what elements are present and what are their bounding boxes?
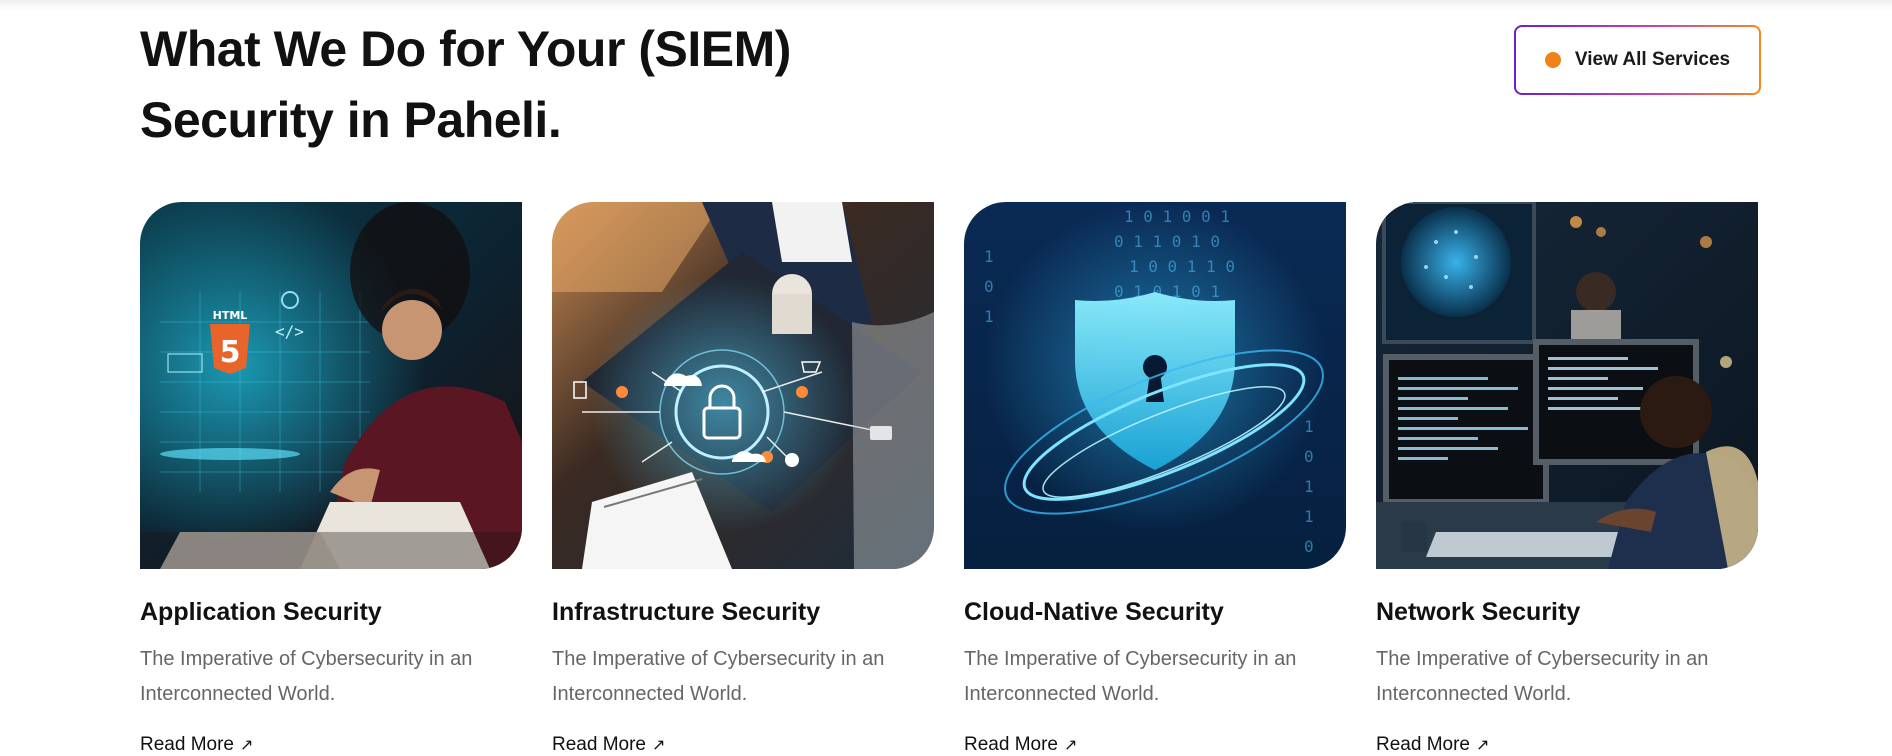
orange-dot-icon <box>1544 52 1561 68</box>
arrow-up-right-icon: ↗ <box>240 737 254 754</box>
view-all-services-label: View All Services <box>1574 49 1731 70</box>
service-card-title: Network Security <box>1376 598 1581 626</box>
svg-text:0: 0 <box>1304 537 1314 556</box>
network-security-illustration <box>1376 202 1758 569</box>
service-card-description: The Imperative of Cybersecurity in an In… <box>552 648 885 705</box>
svg-text:1: 1 <box>1304 507 1314 526</box>
service-card-title: Cloud-Native Security <box>964 598 1224 626</box>
service-card-infrastructure-security: Infrastructure Security The Imperative o… <box>552 202 934 755</box>
svg-text:1: 1 <box>984 247 994 266</box>
section-title-line-1: What We Do for Your (SIEM) <box>140 21 791 77</box>
svg-text:1: 1 <box>1304 417 1314 436</box>
section-title: What We Do for Your (SIEM) Security in P… <box>140 14 900 156</box>
cloud-native-security-image[interactable]: 1 0 1 0 0 1 0 1 1 0 1 0 1 0 0 1 1 0 0 1 … <box>964 202 1346 569</box>
svg-text:0: 0 <box>1304 447 1314 466</box>
service-card-network-security: Network Security The Imperative of Cyber… <box>1376 202 1758 755</box>
arrow-up-right-icon: ↗ <box>1064 737 1078 754</box>
view-all-services-button[interactable]: View All Services <box>1514 25 1761 95</box>
service-card-description: The Imperative of Cybersecurity in an In… <box>1376 648 1709 705</box>
arrow-up-right-icon: ↗ <box>1476 737 1490 754</box>
svg-text:1: 1 <box>984 307 994 326</box>
service-card-cloud-native-security: 1 0 1 0 0 1 0 1 1 0 1 0 1 0 0 1 1 0 0 1 … <box>964 202 1346 755</box>
svg-text:</>: </> <box>275 322 304 341</box>
svg-text:5: 5 <box>220 335 241 370</box>
header-shadow <box>0 0 1892 10</box>
service-card-title: Infrastructure Security <box>552 598 821 626</box>
svg-text:0 1 1 0 1 0: 0 1 1 0 1 0 <box>1114 232 1220 251</box>
infrastructure-security-illustration <box>552 202 934 569</box>
cloud-native-security-illustration: 1 0 1 0 0 1 0 1 1 0 1 0 1 0 0 1 1 0 0 1 … <box>964 202 1346 569</box>
service-card-description: The Imperative of Cybersecurity in an In… <box>964 648 1297 705</box>
infrastructure-security-image[interactable] <box>552 202 934 569</box>
svg-text:1: 1 <box>1304 477 1314 496</box>
service-card-title: Application Security <box>140 598 382 626</box>
svg-text:1 0 1 0 0 1: 1 0 1 0 0 1 <box>1124 207 1230 226</box>
arrow-up-right-icon: ↗ <box>652 737 666 754</box>
html-badge-text: HTML <box>213 309 248 322</box>
network-security-image[interactable] <box>1376 202 1758 569</box>
application-security-image[interactable]: HTML 5 </> <box>140 202 522 569</box>
service-card-description: The Imperative of Cybersecurity in an In… <box>140 648 473 705</box>
section-title-line-2: Security in Paheli. <box>140 92 562 148</box>
view-all-services-button-inner[interactable]: View All Services <box>1516 27 1759 93</box>
svg-text:0: 0 <box>984 277 994 296</box>
services-card-list: HTML 5 </> Application Security The Impe… <box>140 202 1760 755</box>
service-card-application-security: HTML 5 </> Application Security The Impe… <box>140 202 522 755</box>
svg-text:1 0 0 1 1 0: 1 0 0 1 1 0 <box>1129 257 1235 276</box>
application-security-illustration: HTML 5 </> <box>140 202 522 569</box>
